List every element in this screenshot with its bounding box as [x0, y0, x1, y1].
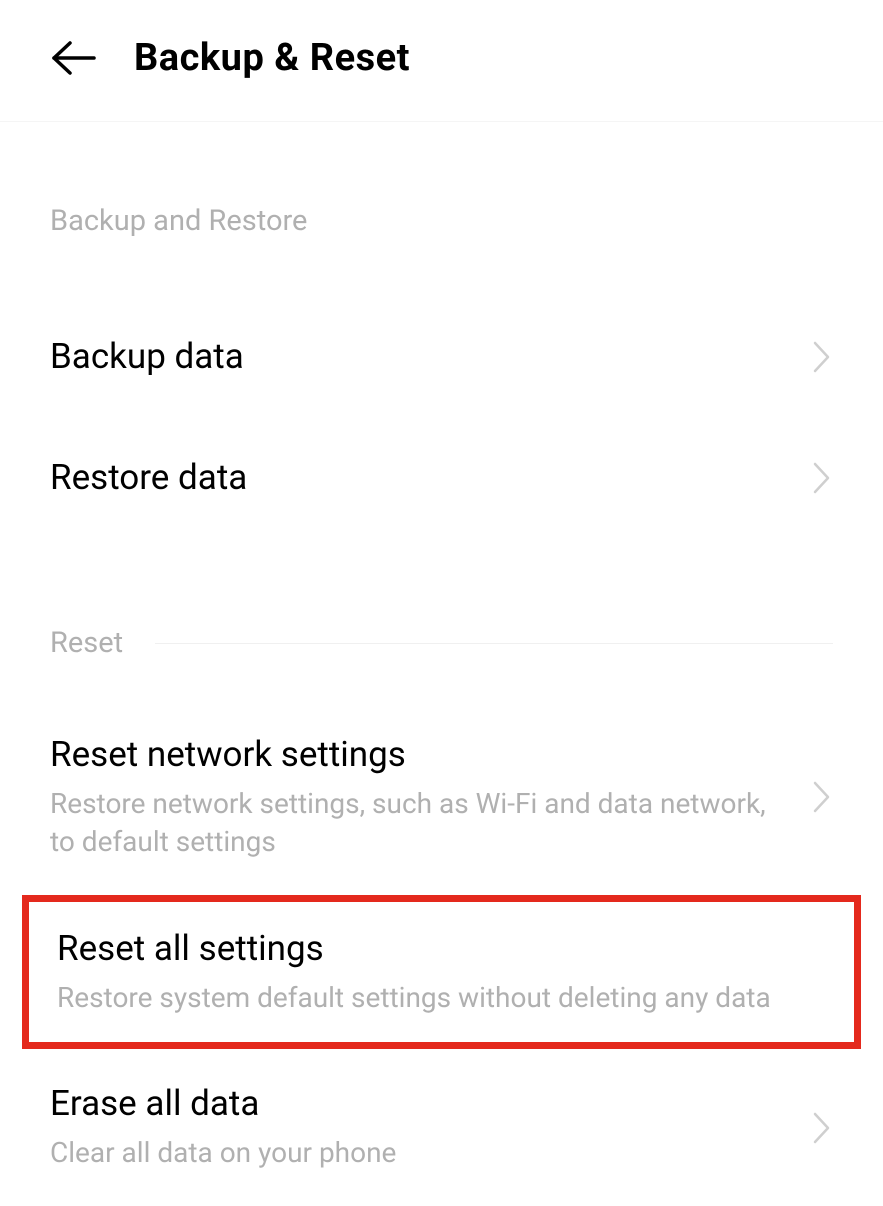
chevron-right-icon	[811, 338, 833, 376]
setting-text: Reset all settings Restore system defaul…	[57, 928, 826, 1017]
back-arrow-icon[interactable]	[50, 35, 96, 81]
erase-all-data-row[interactable]: Erase all data Clear all data on your ph…	[0, 1049, 883, 1206]
settings-content: Backup and Restore Backup data Restore d…	[0, 204, 883, 1206]
setting-title: Backup data	[50, 336, 791, 377]
setting-subtitle: Restore network settings, such as Wi-Fi …	[50, 785, 791, 861]
header-bar: Backup & Reset	[0, 0, 883, 122]
chevron-right-icon	[811, 778, 833, 816]
setting-text: Restore data	[50, 457, 811, 498]
setting-text: Reset network settings Restore network s…	[50, 734, 811, 861]
setting-subtitle: Restore system default settings without …	[57, 979, 806, 1017]
setting-text: Backup data	[50, 336, 811, 377]
chevron-right-icon	[811, 459, 833, 497]
restore-data-row[interactable]: Restore data	[0, 417, 883, 538]
setting-title: Reset all settings	[57, 928, 806, 969]
page-title: Backup & Reset	[134, 36, 410, 80]
setting-text: Erase all data Clear all data on your ph…	[50, 1083, 811, 1172]
setting-title: Restore data	[50, 457, 791, 498]
section-header-backup-restore: Backup and Restore	[0, 204, 883, 238]
reset-network-settings-row[interactable]: Reset network settings Restore network s…	[0, 700, 883, 895]
section-header-reset: Reset	[0, 626, 883, 660]
setting-title: Erase all data	[50, 1083, 791, 1124]
backup-data-row[interactable]: Backup data	[0, 296, 883, 417]
setting-title: Reset network settings	[50, 734, 791, 775]
setting-subtitle: Clear all data on your phone	[50, 1134, 791, 1172]
chevron-right-icon	[811, 1109, 833, 1147]
reset-all-settings-row[interactable]: Reset all settings Restore system defaul…	[22, 895, 861, 1050]
